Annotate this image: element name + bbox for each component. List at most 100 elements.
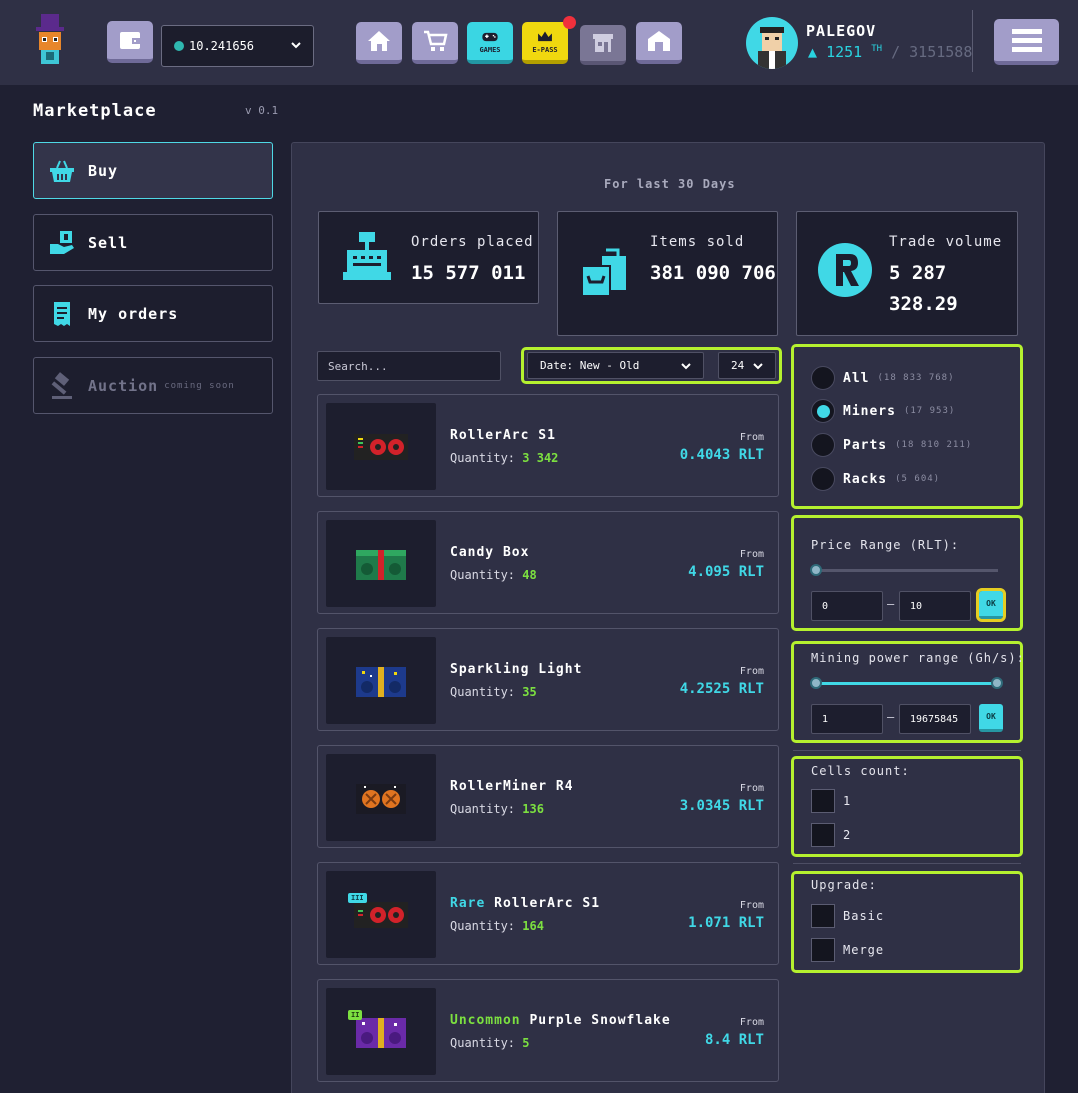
power-max-input[interactable]: 19675845 <box>899 704 971 734</box>
cells-option-1[interactable]: 1 <box>811 789 851 813</box>
rarity-badge: II <box>348 1010 363 1020</box>
store-nav-button[interactable] <box>580 25 626 65</box>
item-name-text: Sparkling Light <box>450 662 583 677</box>
price-max-value: 10 <box>910 600 923 612</box>
games-nav-button[interactable]: GAMES <box>467 22 513 64</box>
sidebar-item-buy[interactable]: Buy <box>33 142 273 199</box>
home-nav-button[interactable] <box>356 22 402 64</box>
cells-option-2[interactable]: 2 <box>811 823 851 847</box>
checkbox[interactable] <box>811 823 835 847</box>
stat-value: 15 577 011 <box>411 262 526 284</box>
list-item[interactable]: Sparkling Light Quantity: 35 From 4.2525… <box>317 628 779 731</box>
item-name: Rare RollerArc S1 <box>450 896 600 911</box>
username[interactable]: PALEGOV <box>806 22 876 40</box>
item-price: 3.0345 RLT <box>679 798 764 814</box>
notification-dot <box>563 16 576 29</box>
price-from-label: From <box>739 1017 764 1028</box>
radio-button[interactable] <box>811 433 835 457</box>
shopping-bags-icon <box>581 248 626 297</box>
checkbox[interactable] <box>811 904 835 928</box>
quantity-label: Quantity: <box>450 451 516 465</box>
category-racks[interactable]: Racks (5 604) <box>811 467 940 491</box>
marketplace-nav-button[interactable] <box>412 22 458 64</box>
wallet-currency-select[interactable]: 10.241656 <box>161 25 314 67</box>
quantity-value: 136 <box>522 802 544 816</box>
range-dash: – <box>887 597 895 611</box>
wallet-balance: 10.241656 <box>189 39 255 53</box>
checkbox[interactable] <box>811 789 835 813</box>
quantity-label: Quantity: <box>450 802 516 816</box>
purple-snowflake-image <box>356 1017 406 1048</box>
radio-button-selected[interactable] <box>811 399 835 423</box>
item-thumbnail: II <box>326 988 436 1075</box>
radio-button[interactable] <box>811 366 835 390</box>
coming-soon-note: coming soon <box>164 380 235 391</box>
price-max-input[interactable]: 10 <box>899 591 971 621</box>
sort-select[interactable]: Date: New - Old <box>527 352 704 379</box>
upgrade-option-merge[interactable]: Merge <box>811 938 884 962</box>
category-miners[interactable]: Miners (17 953) <box>811 399 955 423</box>
cash-register-icon <box>343 232 391 280</box>
upgrade-option-basic[interactable]: Basic <box>811 904 884 928</box>
category-all[interactable]: All (18 833 768) <box>811 366 955 390</box>
price-min-value: 0 <box>822 600 829 612</box>
power-max-value: 19675845 <box>910 713 959 725</box>
list-item[interactable]: Candy Box Quantity: 48 From 4.095 RLT <box>317 511 779 614</box>
avatar[interactable] <box>746 17 798 69</box>
sidebar-item-label: My orders <box>88 304 179 323</box>
radio-button[interactable] <box>811 467 835 491</box>
power-slider-track[interactable] <box>815 682 998 685</box>
room-nav-button[interactable] <box>636 22 682 64</box>
category-label: Parts <box>843 437 888 453</box>
stat-orders-placed: Orders placed 15 577 011 <box>318 211 539 304</box>
per-page-select[interactable]: 24 <box>718 352 776 379</box>
category-label: All <box>843 370 870 386</box>
price-slider-handle[interactable] <box>810 564 822 576</box>
category-parts[interactable]: Parts (18 810 211) <box>811 433 972 457</box>
price-from-label: From <box>739 549 764 560</box>
sidebar-item-auction: Auction coming soon <box>33 357 273 414</box>
power-ok-button[interactable]: OK <box>979 704 1003 732</box>
wallet-button[interactable] <box>107 21 153 63</box>
price-from-label: From <box>739 666 764 677</box>
chevron-down-icon <box>753 363 763 370</box>
epass-nav-button[interactable]: E-PASS <box>522 22 568 64</box>
stat-trade-volume: Trade volume 5 287 328.29 <box>796 211 1018 336</box>
games-label: GAMES <box>479 46 501 54</box>
price-slider-track[interactable] <box>815 569 998 572</box>
filter-divider <box>793 863 1021 864</box>
power-slider-max-handle[interactable] <box>991 677 1003 689</box>
category-count: (5 604) <box>895 474 941 484</box>
item-price: 0.4043 RLT <box>679 447 764 463</box>
category-label: Racks <box>843 471 888 487</box>
power-slider-min-handle[interactable] <box>810 677 822 689</box>
quantity-label: Quantity: <box>450 685 516 699</box>
hand-money-icon <box>50 230 74 254</box>
per-page-value: 24 <box>731 359 745 372</box>
list-item[interactable]: RollerArc S1 Quantity: 3 342 From 0.4043… <box>317 394 779 497</box>
item-quantity: Quantity: 164 <box>450 919 544 933</box>
gamepad-icon <box>482 32 498 42</box>
price-from-label: From <box>739 900 764 911</box>
chevron-down-icon <box>681 363 691 370</box>
search-input[interactable] <box>317 351 501 381</box>
price-ok-button[interactable]: OK <box>976 588 1006 622</box>
hamburger-menu-button[interactable] <box>994 19 1059 65</box>
power-min-input[interactable]: 1 <box>811 704 883 734</box>
logo-icon[interactable] <box>30 14 70 70</box>
power-range-title: Mining power range (Gh/s): <box>811 651 1025 665</box>
sidebar-item-my-orders[interactable]: My orders <box>33 285 273 342</box>
list-item[interactable]: RollerMiner R4 Quantity: 136 From 3.0345… <box>317 745 779 848</box>
cart-icon <box>424 30 448 51</box>
item-name-text: RollerArc S1 <box>494 896 601 911</box>
sidebar-item-sell[interactable]: Sell <box>33 214 273 271</box>
category-count: (18 810 211) <box>895 440 973 450</box>
quantity-label: Quantity: <box>450 1036 516 1050</box>
price-from-label: From <box>739 432 764 443</box>
list-item[interactable]: II Uncommon Purple Snowflake Quantity: 5… <box>317 979 779 1082</box>
list-item[interactable]: III Rare RollerArc S1 Quantity: 164 From… <box>317 862 779 965</box>
avatar-image <box>758 27 786 69</box>
price-min-input[interactable]: 0 <box>811 591 883 621</box>
item-price: 4.2525 RLT <box>679 681 764 697</box>
checkbox[interactable] <box>811 938 835 962</box>
